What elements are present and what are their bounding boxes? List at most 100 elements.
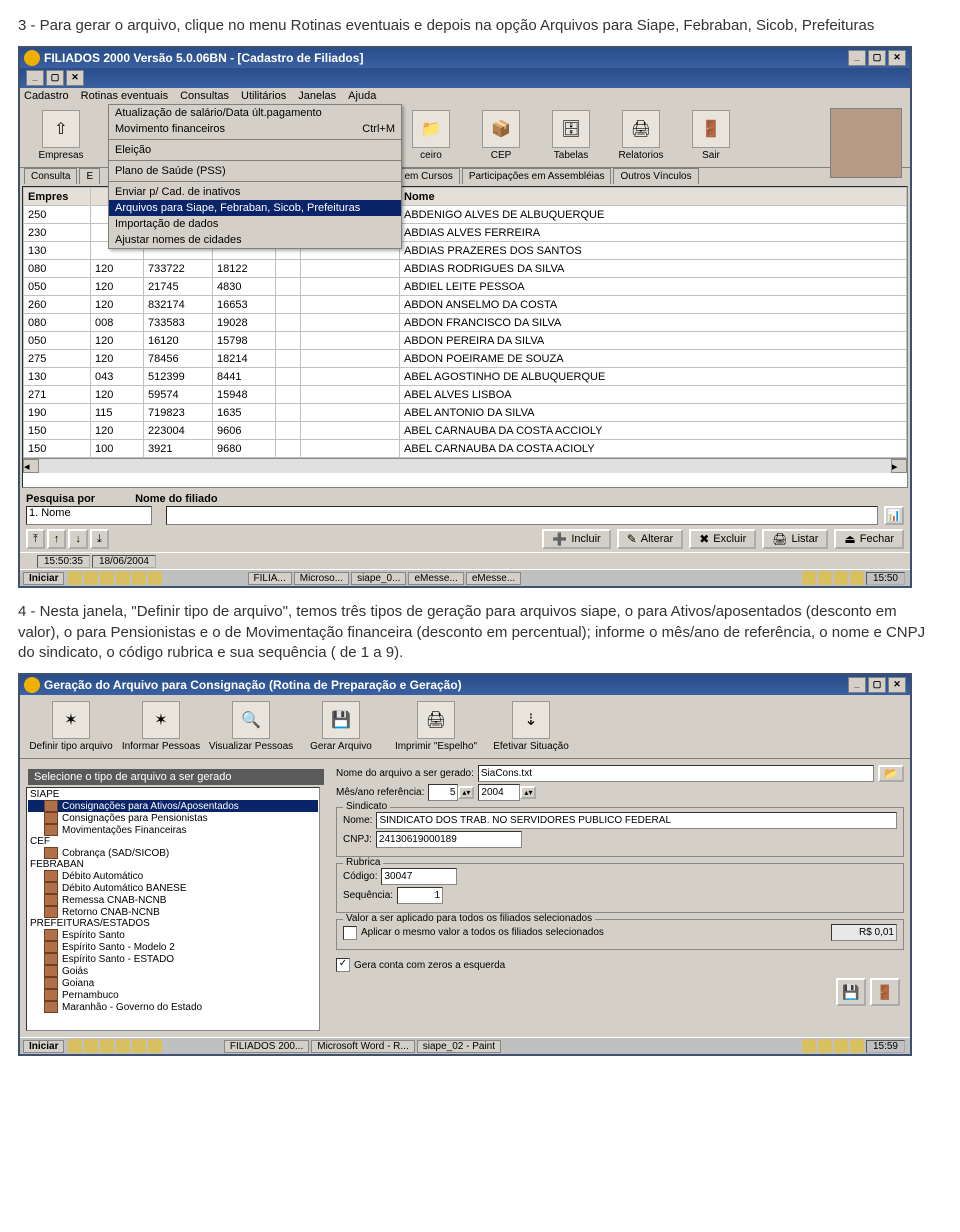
tab-e[interactable]: E — [79, 168, 100, 184]
incluir-button[interactable]: ➕Incluir — [542, 529, 610, 549]
task-item[interactable]: Microsoft Word - R... — [311, 1040, 415, 1053]
table-row[interactable]: 1901157198231635ABEL ANTONIO DA SILVA — [24, 404, 907, 422]
exit-button[interactable]: 🚪 — [870, 978, 900, 1006]
tree-item[interactable]: Débito Automático — [28, 870, 318, 882]
tool-sair[interactable]: 🚪Sair — [676, 108, 746, 163]
menu-cadastro[interactable]: Cadastro — [24, 90, 69, 102]
excluir-button[interactable]: ✖Excluir — [689, 529, 756, 549]
system-tray[interactable] — [802, 571, 866, 585]
chart-button[interactable]: 📊 — [884, 506, 904, 525]
close-button[interactable]: ✕ — [888, 50, 906, 66]
start-button[interactable]: Iniciar — [23, 572, 64, 585]
task-item[interactable]: siape_0... — [351, 572, 406, 585]
inner-minimize-button[interactable]: _ — [26, 70, 44, 86]
seq-input[interactable] — [397, 887, 443, 904]
aplicar-checkbox[interactable] — [343, 926, 357, 940]
browse-button[interactable]: 📂 — [878, 765, 904, 782]
dd-arquivos-siape[interactable]: Arquivos para Siape, Febraban, Sicob, Pr… — [109, 200, 401, 216]
scroll-left-icon[interactable]: ◂ — [23, 459, 39, 473]
ano-spinner[interactable]: ▴▾ — [520, 786, 536, 799]
table-row[interactable]: 08000873358319028ABDON FRANCISCO DA SILV… — [24, 314, 907, 332]
table-row[interactable]: 0501201612015798ABDON PEREIRA DA SILVA — [24, 332, 907, 350]
pesquisa-select[interactable]: 1. Nome — [26, 506, 152, 525]
inner-close-button[interactable]: ✕ — [66, 70, 84, 86]
close-button[interactable]: ✕ — [888, 677, 906, 693]
dd-movimento[interactable]: Movimento financeirosCtrl+M — [109, 121, 401, 137]
tool-informar-pessoas[interactable]: ✶Informar Pessoas — [116, 699, 206, 754]
mes-input[interactable] — [428, 784, 458, 801]
tool-relatorios[interactable]: 🖨Relatorios — [606, 108, 676, 163]
tree-item[interactable]: Movimentações Financeiras — [28, 824, 318, 836]
table-row[interactable]: 26012083217416653ABDON ANSELMO DA COSTA — [24, 296, 907, 314]
menu-consultas[interactable]: Consultas — [180, 90, 229, 102]
tree-item[interactable]: Retorno CNAB-NCNB — [28, 906, 318, 918]
dd-eleicao[interactable]: Eleição — [109, 142, 401, 158]
tool-visualizar-pessoas[interactable]: 🔍Visualizar Pessoas — [206, 699, 296, 754]
tree-item[interactable]: Goiás — [28, 965, 318, 977]
dd-enviar-inativos[interactable]: Enviar p/ Cad. de inativos — [109, 184, 401, 200]
dd-importacao[interactable]: Importação de dados — [109, 216, 401, 232]
dd-atualizacao[interactable]: Atualização de salário/Data últ.pagament… — [109, 105, 401, 121]
table-row[interactable]: 2751207845618214ABDON POEIRAME DE SOUZA — [24, 350, 907, 368]
sind-nome-input[interactable] — [376, 812, 897, 829]
tool-ceiro[interactable]: 📁ceiro — [396, 108, 466, 163]
inner-maximize-button[interactable]: ▢ — [46, 70, 64, 86]
tree-item[interactable]: Espírito Santo - Modelo 2 — [28, 941, 318, 953]
task-item[interactable]: eMesse... — [408, 572, 463, 585]
mes-spinner[interactable]: ▴▾ — [458, 786, 474, 799]
table-row[interactable]: 15010039219680ABEL CARNAUBA DA COSTA ACI… — [24, 440, 907, 458]
alterar-button[interactable]: ✎Alterar — [617, 529, 683, 549]
task-item[interactable]: FILIADOS 200... — [224, 1040, 309, 1053]
codigo-input[interactable] — [381, 868, 457, 885]
nome-filiado-input[interactable] — [166, 506, 878, 525]
tree-item[interactable]: Remessa CNAB-NCNB — [28, 894, 318, 906]
tool-gerar-arquivo[interactable]: 💾Gerar Arquivo — [296, 699, 386, 754]
last-button[interactable]: ⤓ — [90, 529, 109, 549]
prev-button[interactable]: ↑ — [47, 529, 67, 549]
task-item[interactable]: Microso... — [294, 572, 349, 585]
minimize-button[interactable]: _ — [848, 677, 866, 693]
col-nome[interactable]: Nome — [400, 188, 907, 206]
tool-imprimir-espelho[interactable]: 🖨Imprimir "Espelho" — [386, 699, 486, 754]
next-button[interactable]: ↓ — [68, 529, 88, 549]
table-row[interactable]: 050120217454830ABDIEL LEITE PESSOA — [24, 278, 907, 296]
quick-launch[interactable] — [68, 1039, 164, 1053]
minimize-button[interactable]: _ — [848, 50, 866, 66]
tree-item[interactable]: Cobrança (SAD/SICOB) — [28, 847, 318, 859]
maximize-button[interactable]: ▢ — [868, 50, 886, 66]
tab-consulta[interactable]: Consulta — [24, 168, 77, 184]
tab-vinculos[interactable]: Outros Vínculos — [613, 168, 698, 184]
task-item[interactable]: eMesse... — [466, 572, 521, 585]
table-row[interactable]: 1501202230049606ABEL CARNAUBA DA COSTA A… — [24, 422, 907, 440]
table-row[interactable]: 1300435123998441ABEL AGOSTINHO DE ALBUQU… — [24, 368, 907, 386]
tree-item[interactable]: Consignações para Pensionistas — [28, 812, 318, 824]
menu-ajuda[interactable]: Ajuda — [348, 90, 376, 102]
tool-cep[interactable]: 📦CEP — [466, 108, 536, 163]
tool-tabelas[interactable]: 🗄Tabelas — [536, 108, 606, 163]
tree-item[interactable]: Pernambuco — [28, 989, 318, 1001]
tool-definir-tipo[interactable]: ✶Definir tipo arquivo — [26, 699, 116, 754]
tree-item[interactable]: Débito Automático BANESE — [28, 882, 318, 894]
scroll-right-icon[interactable]: ▸ — [891, 459, 907, 473]
save-button[interactable]: 💾 — [836, 978, 866, 1006]
tree-item[interactable]: Espírito Santo - ESTADO — [28, 953, 318, 965]
menu-janelas[interactable]: Janelas — [298, 90, 336, 102]
ano-input[interactable] — [478, 784, 520, 801]
zeros-checkbox[interactable] — [336, 958, 350, 972]
dd-pss[interactable]: Plano de Saúde (PSS) — [109, 163, 401, 179]
maximize-button[interactable]: ▢ — [868, 677, 886, 693]
task-item[interactable]: siape_02 - Paint — [417, 1040, 501, 1053]
menu-utilitarios[interactable]: Utilitários — [241, 90, 286, 102]
tree-item[interactable]: Consignações para Ativos/Aposentados — [28, 800, 318, 812]
tree-item[interactable]: Maranhão - Governo do Estado — [28, 1001, 318, 1013]
cnpj-input[interactable] — [376, 831, 522, 848]
listar-button[interactable]: 🖨Listar — [762, 529, 828, 549]
first-button[interactable]: ⤒ — [26, 529, 45, 549]
type-list[interactable]: SIAPEConsignações para Ativos/Aposentado… — [26, 787, 320, 1031]
col-empres[interactable]: Empres — [24, 188, 91, 206]
fechar-button[interactable]: ⏏Fechar — [834, 529, 904, 549]
task-item[interactable]: FILIA... — [248, 572, 292, 585]
tool-efetivar[interactable]: ⇣Efetivar Situação — [486, 699, 576, 754]
quick-launch[interactable] — [68, 571, 164, 585]
horizontal-scrollbar[interactable]: ◂ ▸ — [23, 458, 907, 473]
